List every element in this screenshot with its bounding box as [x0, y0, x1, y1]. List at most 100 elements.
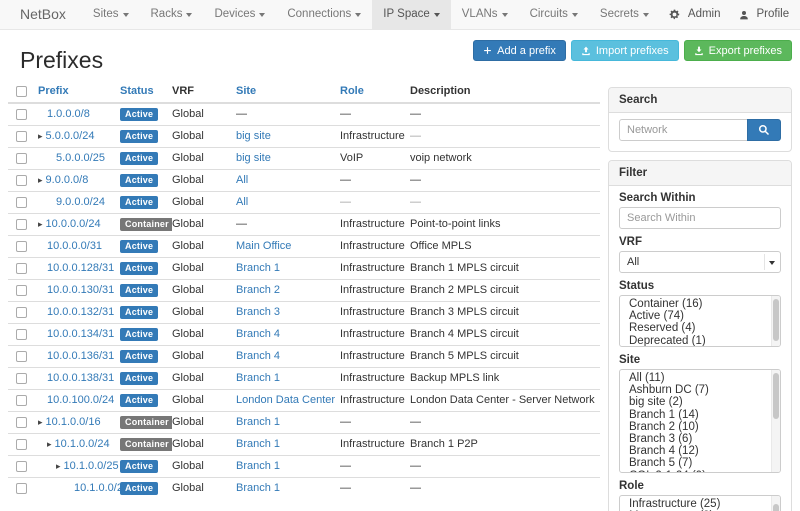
- prefix-link[interactable]: 10.0.0.0/24: [46, 218, 101, 230]
- site-link[interactable]: All: [236, 174, 248, 186]
- prefix-link[interactable]: 10.0.0.136/31: [47, 350, 114, 362]
- select-all-checkbox[interactable]: [16, 86, 27, 97]
- nav-item-ip-space[interactable]: IP Space: [372, 0, 450, 29]
- column-header-status[interactable]: Status: [120, 85, 154, 97]
- expand-arrow-icon[interactable]: [38, 417, 43, 427]
- nav-item-circuits[interactable]: Circuits: [519, 0, 589, 29]
- column-header-role[interactable]: Role: [340, 85, 364, 97]
- row-checkbox[interactable]: [16, 329, 27, 340]
- row-checkbox[interactable]: [16, 307, 27, 318]
- prefix-link[interactable]: 10.1.0.0/25: [64, 460, 119, 472]
- nav-item-connections[interactable]: Connections: [276, 0, 372, 29]
- site-link[interactable]: Branch 1: [236, 416, 280, 428]
- row-checkbox[interactable]: [16, 373, 27, 384]
- row-checkbox[interactable]: [16, 263, 27, 274]
- nav-item-vlans[interactable]: VLANs: [451, 0, 519, 29]
- expand-arrow-icon[interactable]: [38, 131, 43, 141]
- prefix-link[interactable]: 5.0.0.0/24: [46, 130, 95, 142]
- site-link[interactable]: Branch 1: [236, 438, 280, 450]
- site-link[interactable]: Main Office: [236, 240, 291, 252]
- row-checkbox[interactable]: [16, 483, 27, 494]
- expand-arrow-icon[interactable]: [56, 461, 61, 471]
- site-link[interactable]: Branch 4: [236, 328, 280, 340]
- prefix-link[interactable]: 10.0.0.0/31: [47, 240, 102, 252]
- prefix-link[interactable]: 10.0.0.130/31: [47, 284, 114, 296]
- import-prefixes-button[interactable]: Import prefixes: [571, 40, 679, 61]
- site-link[interactable]: London Data Center: [236, 394, 335, 406]
- site-option[interactable]: Branch 5 (7): [620, 457, 780, 469]
- scrollbar-thumb[interactable]: [773, 373, 779, 419]
- prefix-link[interactable]: 10.0.0.134/31: [47, 328, 114, 340]
- site-option[interactable]: Branch 1 (14): [620, 409, 780, 421]
- search-input[interactable]: [619, 119, 748, 141]
- column-header-site[interactable]: Site: [236, 85, 256, 97]
- site-link[interactable]: All: [236, 196, 248, 208]
- site-link[interactable]: big site: [236, 130, 271, 142]
- role-option[interactable]: Infrastructure (25): [620, 498, 780, 510]
- site-link[interactable]: Branch 4: [236, 350, 280, 362]
- nav-item-admin[interactable]: Admin: [660, 0, 730, 29]
- search-button[interactable]: [747, 119, 781, 141]
- site-link[interactable]: Branch 1: [236, 262, 280, 274]
- row-checkbox[interactable]: [16, 461, 27, 472]
- nav-item-racks[interactable]: Racks: [140, 0, 204, 29]
- site-link[interactable]: Branch 1: [236, 460, 280, 472]
- site-option[interactable]: All (11): [620, 372, 780, 384]
- status-option[interactable]: Reserved (4): [620, 322, 780, 334]
- site-option[interactable]: Branch 3 (6): [620, 433, 780, 445]
- site-option[interactable]: COL 2-1-24 (0): [620, 470, 780, 473]
- prefix-link[interactable]: 1.0.0.0/8: [47, 108, 90, 120]
- row-checkbox[interactable]: [16, 285, 27, 296]
- scrollbar-thumb[interactable]: [773, 299, 779, 341]
- prefix-link[interactable]: 5.0.0.0/25: [56, 152, 105, 164]
- row-checkbox[interactable]: [16, 131, 27, 142]
- expand-arrow-icon[interactable]: [38, 175, 43, 185]
- nav-item-secrets[interactable]: Secrets: [589, 0, 660, 29]
- prefix-link[interactable]: 10.1.0.0/16: [46, 416, 101, 428]
- expand-arrow-icon[interactable]: [38, 219, 43, 229]
- prefix-link[interactable]: 10.0.0.132/31: [47, 306, 114, 318]
- status-option[interactable]: Active (74): [620, 310, 780, 322]
- search-within-input[interactable]: [619, 207, 781, 229]
- column-header-prefix[interactable]: Prefix: [38, 85, 69, 97]
- site-link[interactable]: Branch 1: [236, 482, 280, 494]
- site-option[interactable]: Ashburn DC (7): [620, 384, 780, 396]
- status-option[interactable]: Container (16): [620, 298, 780, 310]
- site-link[interactable]: big site: [236, 152, 271, 164]
- prefix-link[interactable]: 10.0.0.128/31: [47, 262, 114, 274]
- row-checkbox[interactable]: [16, 175, 27, 186]
- brand-logo[interactable]: NetBox: [12, 0, 74, 29]
- row-checkbox[interactable]: [16, 351, 27, 362]
- row-checkbox[interactable]: [16, 439, 27, 450]
- site-link[interactable]: Branch 3: [236, 306, 280, 318]
- site-option[interactable]: Branch 2 (10): [620, 421, 780, 433]
- prefix-link[interactable]: 10.1.0.0/26: [74, 482, 120, 494]
- prefix-link[interactable]: 10.0.100.0/24: [47, 394, 114, 406]
- nav-item-sites[interactable]: Sites: [82, 0, 140, 29]
- vrf-select[interactable]: All: [619, 251, 781, 273]
- row-checkbox[interactable]: [16, 417, 27, 428]
- site-cell: All: [236, 169, 340, 191]
- site-option[interactable]: Branch 4 (12): [620, 445, 780, 457]
- status-option[interactable]: Deprecated (1): [620, 335, 780, 347]
- scrollbar-thumb[interactable]: [773, 504, 779, 511]
- prefix-link[interactable]: 10.0.0.138/31: [47, 372, 114, 384]
- row-checkbox[interactable]: [16, 109, 27, 120]
- row-checkbox[interactable]: [16, 219, 27, 230]
- row-checkbox[interactable]: [16, 197, 27, 208]
- site-link[interactable]: Branch 1: [236, 372, 280, 384]
- nav-item-profile[interactable]: Profile: [730, 0, 799, 29]
- row-checkbox[interactable]: [16, 241, 27, 252]
- prefix-link[interactable]: 9.0.0.0/24: [56, 196, 105, 208]
- site-link[interactable]: Branch 2: [236, 284, 280, 296]
- site-option[interactable]: big site (2): [620, 396, 780, 408]
- row-checkbox[interactable]: [16, 395, 27, 406]
- expand-arrow-icon[interactable]: [47, 439, 52, 449]
- prefix-link[interactable]: 10.1.0.0/24: [55, 438, 110, 450]
- nav-item-devices[interactable]: Devices: [203, 0, 276, 29]
- row-checkbox[interactable]: [16, 153, 27, 164]
- prefix-link[interactable]: 9.0.0.0/8: [46, 174, 89, 186]
- status-badge: Active: [120, 108, 158, 121]
- add-prefix-button[interactable]: Add a prefix: [473, 40, 566, 61]
- export-prefixes-button[interactable]: Export prefixes: [684, 40, 792, 61]
